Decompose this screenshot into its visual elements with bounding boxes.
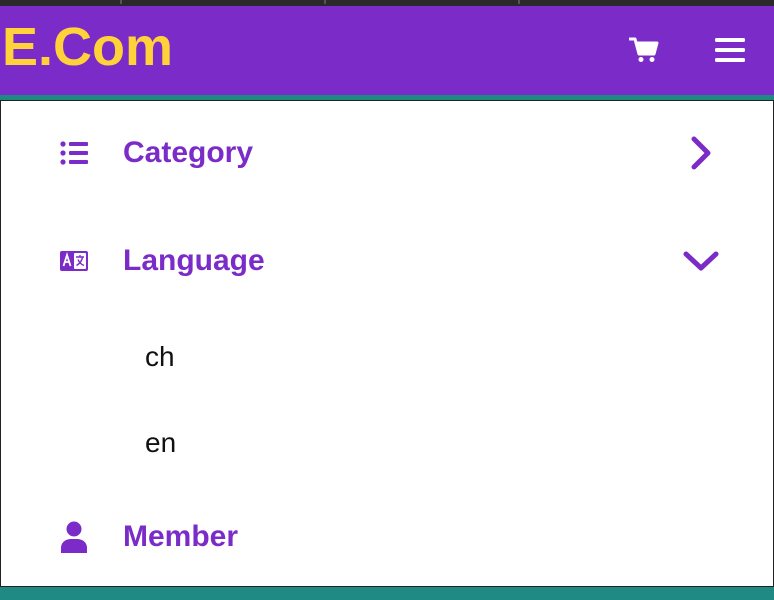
language-option-en[interactable]: en xyxy=(145,427,176,459)
menu-item-member[interactable]: Member xyxy=(1,515,773,559)
navigation-drawer: Category Language ch en Member xyxy=(0,100,774,587)
language-option-ch[interactable]: ch xyxy=(145,341,175,373)
app-header: E.Com xyxy=(0,6,774,95)
list-icon xyxy=(59,138,89,168)
strip-divider xyxy=(518,0,520,4)
menu-item-language[interactable]: Language xyxy=(1,239,773,283)
chevron-right-icon[interactable] xyxy=(681,133,721,173)
chevron-down-icon[interactable] xyxy=(681,241,721,281)
menu-item-category[interactable]: Category xyxy=(1,131,773,175)
shopping-cart-icon xyxy=(628,36,659,69)
menu-button[interactable] xyxy=(710,32,750,72)
menu-item-label: Category xyxy=(123,136,254,169)
brand-logo[interactable]: E.Com xyxy=(2,16,173,78)
user-icon xyxy=(59,521,89,553)
strip-divider xyxy=(324,0,326,4)
strip-divider xyxy=(120,0,122,4)
menu-item-label: Language xyxy=(123,244,265,277)
hamburger-menu-icon xyxy=(714,37,746,68)
language-translate-icon xyxy=(59,246,89,276)
cart-button[interactable] xyxy=(624,32,664,72)
menu-item-label: Member xyxy=(123,520,239,553)
